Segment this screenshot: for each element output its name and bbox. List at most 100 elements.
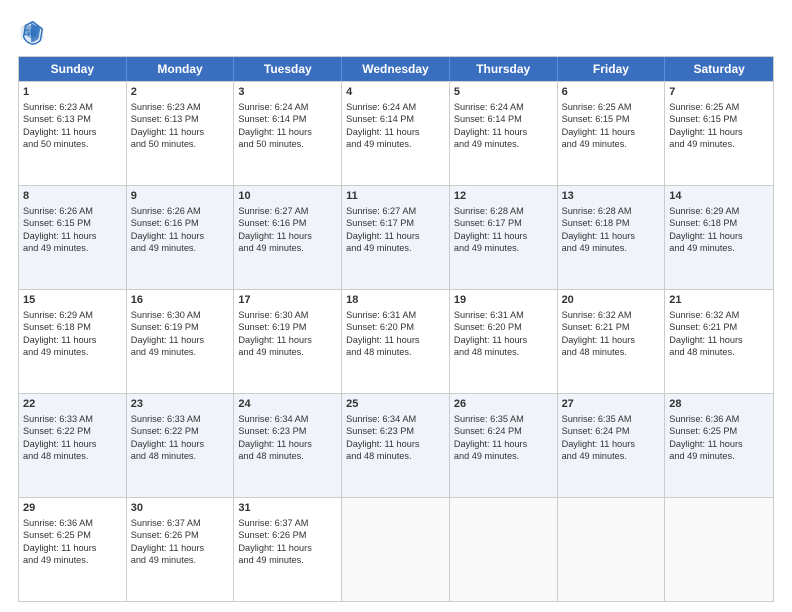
day-info-line-0: Sunrise: 6:25 AM — [669, 101, 769, 113]
day-number: 3 — [238, 85, 337, 100]
day-number: 10 — [238, 189, 337, 204]
calendar-cell-17: 17Sunrise: 6:30 AMSunset: 6:19 PMDayligh… — [234, 290, 342, 393]
day-info-line-2: Daylight: 11 hours — [669, 334, 769, 346]
day-info-line-2: Daylight: 11 hours — [346, 126, 445, 138]
day-number: 21 — [669, 293, 769, 308]
day-info-line-3: and 50 minutes. — [23, 138, 122, 150]
calendar-cell-29: 29Sunrise: 6:36 AMSunset: 6:25 PMDayligh… — [19, 498, 127, 601]
day-info-line-1: Sunset: 6:14 PM — [238, 113, 337, 125]
calendar-cell-30: 30Sunrise: 6:37 AMSunset: 6:26 PMDayligh… — [127, 498, 235, 601]
day-info-line-2: Daylight: 11 hours — [23, 438, 122, 450]
day-info-line-1: Sunset: 6:15 PM — [23, 217, 122, 229]
calendar-cell-empty-4-5 — [558, 498, 666, 601]
day-info-line-0: Sunrise: 6:35 AM — [562, 413, 661, 425]
calendar-cell-empty-4-6 — [665, 498, 773, 601]
day-info-line-0: Sunrise: 6:26 AM — [131, 205, 230, 217]
day-info-line-0: Sunrise: 6:25 AM — [562, 101, 661, 113]
day-info-line-0: Sunrise: 6:31 AM — [454, 309, 553, 321]
day-info-line-3: and 49 minutes. — [562, 450, 661, 462]
calendar-row-3: 15Sunrise: 6:29 AMSunset: 6:18 PM Dayligh… — [19, 289, 773, 393]
calendar-cell-14: 14Sunrise: 6:29 AMSunset: 6:18 PMDayligh… — [665, 186, 773, 289]
day-info-line-3: and 49 minutes. — [562, 138, 661, 150]
day-number: 26 — [454, 397, 553, 412]
header-day-wednesday: Wednesday — [342, 57, 450, 81]
day-info-line-2: Daylight: 11 hours — [238, 542, 337, 554]
calendar-cell-27: 27Sunrise: 6:35 AMSunset: 6:24 PMDayligh… — [558, 394, 666, 497]
day-info-line-3: and 49 minutes. — [238, 554, 337, 566]
day-info-line-0: Sunrise: 6:34 AM — [238, 413, 337, 425]
day-number: 24 — [238, 397, 337, 412]
day-info-line-3: and 49 minutes. — [454, 450, 553, 462]
day-number: 27 — [562, 397, 661, 412]
day-info-line-3: and 49 minutes. — [346, 242, 445, 254]
day-info-line-2: Daylight: 11 hours — [454, 230, 553, 242]
calendar-cell-28: 28Sunrise: 6:36 AMSunset: 6:25 PMDayligh… — [665, 394, 773, 497]
calendar-cell-16: 16Sunrise: 6:30 AMSunset: 6:19 PMDayligh… — [127, 290, 235, 393]
day-info-line-0: Sunrise: 6:29 AM — [23, 309, 122, 321]
day-info-line-1: Sunset: 6:25 PM — [669, 425, 769, 437]
day-info-line-3: and 48 minutes. — [238, 450, 337, 462]
day-info-line-1: Sunset: 6:19 PM — [131, 321, 230, 333]
day-number: 31 — [238, 501, 337, 516]
calendar-cell-9: 9Sunrise: 6:26 AMSunset: 6:16 PMDaylight… — [127, 186, 235, 289]
day-info-line-0: Sunrise: 6:33 AM — [131, 413, 230, 425]
day-info-line-1: Sunset: 6:22 PM — [131, 425, 230, 437]
day-info-line-2: Daylight: 11 hours — [238, 126, 337, 138]
day-info-line-2: Daylight: 11 hours — [454, 334, 553, 346]
calendar-cell-24: 24Sunrise: 6:34 AMSunset: 6:23 PMDayligh… — [234, 394, 342, 497]
day-info-line-0: Sunrise: 6:24 AM — [238, 101, 337, 113]
day-info-line-2: Daylight: 11 hours — [562, 126, 661, 138]
day-info-line-1: Sunset: 6:26 PM — [238, 529, 337, 541]
calendar-row-1: 1Sunrise: 6:23 AMSunset: 6:13 PMDaylight… — [19, 81, 773, 185]
calendar-cell-21: 21Sunrise: 6:32 AMSunset: 6:21 PMDayligh… — [665, 290, 773, 393]
calendar-cell-empty-4-4 — [450, 498, 558, 601]
header-day-tuesday: Tuesday — [234, 57, 342, 81]
day-number: 2 — [131, 85, 230, 100]
day-info-line-1: Sunset: 6:17 PM — [454, 217, 553, 229]
calendar-cell-10: 10Sunrise: 6:27 AMSunset: 6:16 PMDayligh… — [234, 186, 342, 289]
day-info-line-1: Sunset: 6:24 PM — [454, 425, 553, 437]
day-number: 23 — [131, 397, 230, 412]
day-info-line-3: and 49 minutes. — [23, 242, 122, 254]
day-info-line-3: and 49 minutes. — [23, 346, 122, 358]
calendar-cell-13: 13Sunrise: 6:28 AMSunset: 6:18 PMDayligh… — [558, 186, 666, 289]
day-info-line-3: and 49 minutes. — [238, 242, 337, 254]
day-info-line-0: Sunrise: 6:36 AM — [23, 517, 122, 529]
day-info-line-3: and 48 minutes. — [23, 450, 122, 462]
day-info-line-3: and 49 minutes. — [562, 242, 661, 254]
day-number: 15 — [23, 293, 122, 308]
day-number: 5 — [454, 85, 553, 100]
day-number: 13 — [562, 189, 661, 204]
day-info-line-1: Sunset: 6:17 PM — [346, 217, 445, 229]
day-info-line-0: Sunrise: 6:33 AM — [23, 413, 122, 425]
day-info-line-2: Daylight: 11 hours — [238, 334, 337, 346]
day-info-line-1: Sunset: 6:23 PM — [238, 425, 337, 437]
day-info-line-2: Daylight: 11 hours — [454, 126, 553, 138]
day-info-line-1: Sunset: 6:16 PM — [131, 217, 230, 229]
day-number: 18 — [346, 293, 445, 308]
day-info-line-3: and 50 minutes. — [238, 138, 337, 150]
day-info-line-3: and 49 minutes. — [346, 138, 445, 150]
day-info-line-3: and 49 minutes. — [131, 346, 230, 358]
calendar-cell-18: 18Sunrise: 6:31 AMSunset: 6:20 PMDayligh… — [342, 290, 450, 393]
day-info-line-3: and 49 minutes. — [23, 554, 122, 566]
day-number: 30 — [131, 501, 230, 516]
day-number: 28 — [669, 397, 769, 412]
calendar-cell-2: 2Sunrise: 6:23 AMSunset: 6:13 PMDaylight… — [127, 82, 235, 185]
day-info-line-2: Daylight: 11 hours — [669, 126, 769, 138]
day-info-line-0: Sunrise: 6:29 AM — [669, 205, 769, 217]
day-info-line-2: Daylight: 11 hours — [131, 230, 230, 242]
day-info-line-0: Sunrise: 6:36 AM — [669, 413, 769, 425]
calendar-cell-31: 31Sunrise: 6:37 AMSunset: 6:26 PMDayligh… — [234, 498, 342, 601]
day-number: 14 — [669, 189, 769, 204]
calendar-cell-8: 8Sunrise: 6:26 AMSunset: 6:15 PMDaylight… — [19, 186, 127, 289]
day-info-line-1: Sunset: 6:18 PM — [669, 217, 769, 229]
day-info-line-3: and 48 minutes. — [346, 346, 445, 358]
day-info-line-2: Daylight: 11 hours — [131, 126, 230, 138]
day-info-line-1: Sunset: 6:19 PM — [238, 321, 337, 333]
day-info-line-2: Daylight: 11 hours — [346, 438, 445, 450]
day-info-line-1: Sunset: 6:18 PM — [23, 321, 122, 333]
day-info-line-3: and 49 minutes. — [669, 242, 769, 254]
day-info-line-1: Sunset: 6:15 PM — [669, 113, 769, 125]
day-info-line-1: Sunset: 6:16 PM — [238, 217, 337, 229]
